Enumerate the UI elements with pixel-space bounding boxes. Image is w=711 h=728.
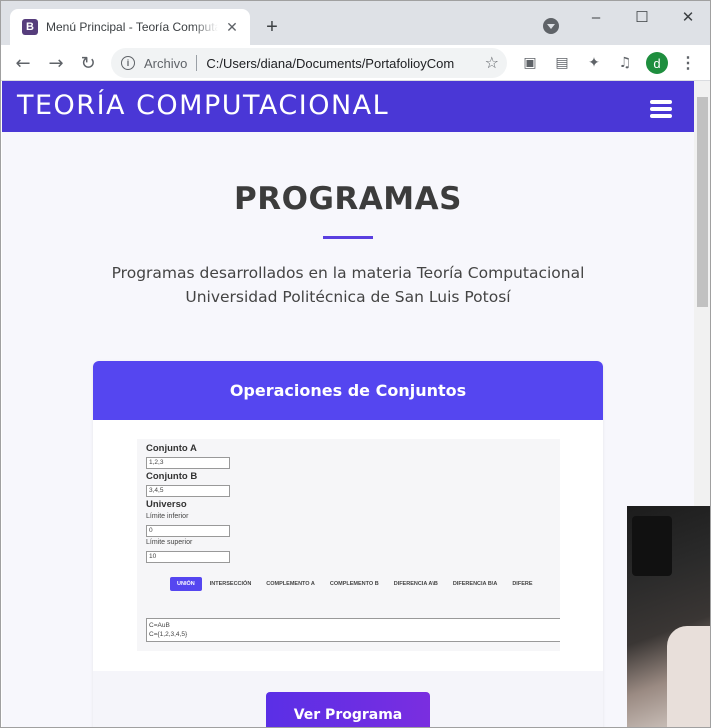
address-separator [196,55,198,71]
preview-set-b-label: Conjunto B [146,471,198,482]
preview-set-b-input: 3,4,5 [146,485,230,497]
media-control-icon[interactable]: ♫ [616,54,634,72]
title-divider [323,236,373,239]
new-tab-button[interactable]: + [260,15,284,39]
back-icon[interactable]: ← [11,51,35,75]
browser-menu-icon[interactable]: ⋮ [680,52,696,74]
preview-output-line-1: C=AuB [149,622,170,629]
info-icon[interactable]: i [121,56,135,70]
security-chip[interactable]: Archivo [144,56,187,71]
preview-upper-label: Límite superior [146,539,193,546]
reload-icon[interactable]: ↻ [76,51,100,75]
section-subtitle: Programas desarrollados en la materia Te… [2,261,694,309]
section-title: PROGRAMAS [234,181,462,217]
preview-tab-truncated: DIFERE [512,581,533,587]
preview-output-line-2: C={1,2,3,4,5} [149,631,188,638]
ver-programa-button[interactable]: Ver Programa [266,692,430,727]
webcam-video-overlay [627,506,710,727]
profile-avatar[interactable]: d [646,52,668,74]
card-footer: Ver Programa [93,671,603,727]
tab-title: Menú Principal - Teoría Computacional [46,20,218,34]
extension-reader-icon[interactable]: ▣ [521,54,539,72]
program-preview-image: Conjunto A 1,2,3 Conjunto B 3,4,5 Univer… [137,439,560,651]
preview-operation-tabs: UNIÓN INTERSECCIÓN COMPLEMENTO A COMPLEM… [170,577,541,591]
preview-tab-intersection: INTERSECCIÓN [209,581,252,587]
preview-tab-complement-b: COMPLEMENTO B [329,581,379,587]
card-title: Operaciones de Conjuntos [93,361,603,420]
close-tab-icon[interactable]: ✕ [224,19,240,35]
minimize-button[interactable]: – [581,7,611,27]
hamburger-menu-icon[interactable] [650,100,672,118]
preview-set-a-input: 1,2,3 [146,457,230,469]
subtitle-line-1: Programas desarrollados en la materia Te… [111,264,585,282]
scrollbar-thumb[interactable] [697,97,708,307]
preview-universe-label: Universo [146,499,187,510]
browser-tab[interactable]: B Menú Principal - Teoría Computacional … [10,9,250,45]
browser-toolbar: ← → ↻ i Archivo C:/Users/diana/Documents… [1,45,710,81]
preview-output-box: C=AuB C={1,2,3,4,5} [146,618,560,642]
maximize-button[interactable]: ☐ [627,7,657,27]
tab-strip: B Menú Principal - Teoría Computacional … [1,1,710,45]
preview-lower-input: 0 [146,525,230,537]
preview-tab-difference-ba: DIFERENCIA B\A [452,581,498,587]
preview-tab-complement-a: COMPLEMENTO A [266,581,315,587]
extensions-puzzle-icon[interactable]: ✦ [585,54,603,72]
address-bar[interactable]: i Archivo C:/Users/diana/Documents/Porta… [111,48,507,78]
browser-window: B Menú Principal - Teoría Computacional … [0,0,711,728]
subtitle-line-2: Universidad Politécnica de San Luis Poto… [185,288,511,306]
preview-tab-difference-ab: DIFERENCIA A\B [393,581,438,587]
preview-set-a-label: Conjunto A [146,443,197,454]
preview-lower-label: Límite inferior [146,513,189,520]
program-card: Operaciones de Conjuntos Conjunto A 1,2,… [93,361,603,727]
bootstrap-favicon-icon: B [22,19,38,35]
tab-search-icon[interactable] [543,18,559,34]
site-brand[interactable]: TEORÍA COMPUTACIONAL [17,90,389,121]
bookmark-star-icon[interactable]: ☆ [485,53,499,72]
window-close-button[interactable]: ✕ [673,7,703,27]
preview-tab-union: UNIÓN [170,577,202,591]
url-text[interactable]: C:/Users/diana/Documents/PortafolioyCom [206,56,468,71]
extension-cast-icon[interactable]: ▤ [553,54,571,72]
forward-icon[interactable]: → [44,51,68,75]
preview-upper-input: 10 [146,551,230,563]
site-navbar: TEORÍA COMPUTACIONAL [2,81,694,132]
page-viewport: TEORÍA COMPUTACIONAL PROGRAMAS Programas… [2,81,694,727]
